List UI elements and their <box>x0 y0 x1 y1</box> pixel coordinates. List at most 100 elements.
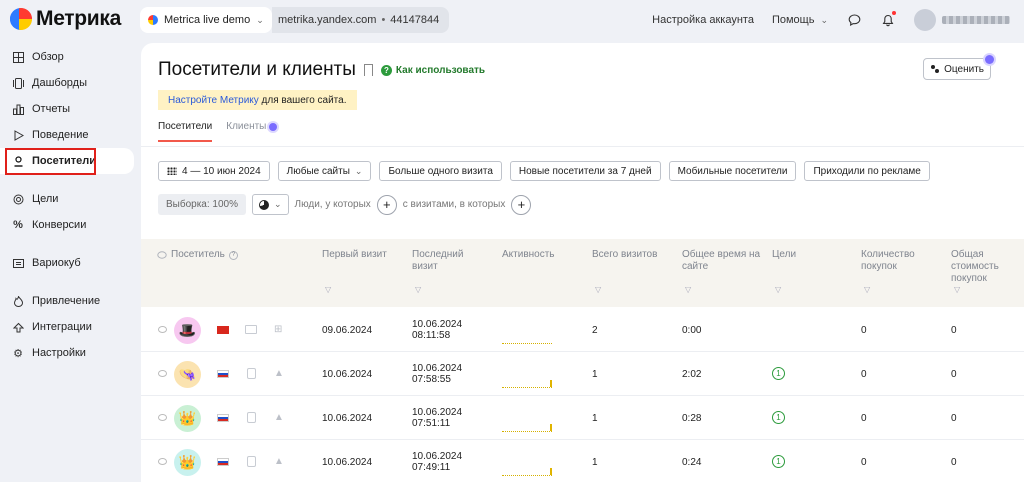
sidebar-item-reports[interactable]: Отчеты <box>0 96 134 122</box>
table-row[interactable]: 🎩 ⊞ 09.06.2024 10.06.2024 08:11:58 2 0:00 0 0 <box>141 308 1024 352</box>
first-visit-date: 10.06.2024 <box>322 457 373 468</box>
goals-count-badge[interactable]: 1 <box>772 455 785 468</box>
column-goals[interactable]: Цели <box>772 249 796 261</box>
notifications-bell-icon[interactable] <box>880 11 896 28</box>
sidebar-item-goals[interactable]: Цели <box>0 186 134 212</box>
sidebar-item-conversions[interactable]: % Конверсии <box>0 212 134 238</box>
setup-metrika-link[interactable]: Настройте Метрику <box>168 95 259 106</box>
column-total-visits[interactable]: Всего визитов <box>592 249 657 261</box>
desktop-icon <box>245 325 257 334</box>
comment-icon[interactable] <box>158 326 167 333</box>
sidebar-item-dashboards[interactable]: Дашборды <box>0 70 134 96</box>
total-time: 0:00 <box>682 325 702 336</box>
column-last-visit[interactable]: Последний визит <box>412 249 472 273</box>
sidebar-item-label: Обзор <box>32 51 64 63</box>
country-flag-icon <box>217 326 229 334</box>
tabs: Посетители Клиенты <box>158 121 278 142</box>
last-visit-time: 07:51:11 <box>412 418 451 429</box>
logo-text: Метрика <box>36 7 122 30</box>
total-time: 0:24 <box>682 457 702 468</box>
smartphone-icon <box>247 412 256 423</box>
filter-new-visitors[interactable]: Новые посетители за 7 дней <box>509 161 661 181</box>
metrika-logo[interactable]: Метрика <box>10 7 121 31</box>
filter-funnel-icon[interactable]: ▽ <box>954 285 962 294</box>
sites-filter-dropdown[interactable]: Любые сайты ⌄ <box>277 161 372 181</box>
sidebar-item-overview[interactable]: Обзор <box>0 44 134 70</box>
goals-count-badge[interactable]: 1 <box>772 411 785 424</box>
column-visitor[interactable]: Посетитель ? <box>157 249 238 261</box>
goals-count-badge[interactable]: 1 <box>772 367 785 380</box>
filter-funnel-icon[interactable]: ▽ <box>685 285 693 294</box>
android-icon: ▲ <box>274 456 284 467</box>
total-visits: 2 <box>592 325 598 336</box>
counter-id: 44147844 <box>390 14 440 26</box>
chevron-down-icon: ⌄ <box>256 14 264 25</box>
user-menu[interactable] <box>914 9 1010 31</box>
sample-selector[interactable]: Выборка: 100% <box>158 194 246 215</box>
rate-button[interactable]: Оценить <box>923 55 994 80</box>
counter-selector[interactable]: Metrica live demo ⌄ <box>140 7 272 33</box>
page-title-text: Посетители и клиенты <box>158 59 356 80</box>
sidebar-item-integrations[interactable]: Интеграции <box>0 314 134 340</box>
chart-type-dropdown[interactable]: ⌄ <box>252 194 289 215</box>
sidebar-item-settings[interactable]: ⚙ Настройки <box>0 340 134 366</box>
filter-more-than-one-visit[interactable]: Больше одного визита <box>379 161 502 181</box>
bookmark-icon[interactable] <box>363 64 373 76</box>
chevron-down-icon: ⌄ <box>354 165 363 176</box>
column-purchases[interactable]: Количество покупок <box>861 249 923 273</box>
sidebar-item-label: Вариокуб <box>32 257 81 269</box>
filter-mobile-visitors[interactable]: Мобильные посетители <box>668 161 797 181</box>
column-activity[interactable]: Активность <box>502 249 555 261</box>
country-flag-icon <box>217 414 229 422</box>
country-flag-icon <box>217 458 229 466</box>
visitor-avatar[interactable]: 🎩 <box>174 317 201 344</box>
calendar-icon <box>167 167 177 175</box>
total-time: 0:28 <box>682 413 702 424</box>
activity-sparkline <box>502 336 552 344</box>
tab-clients[interactable]: Клиенты <box>226 121 278 142</box>
sidebar-item-acquisition[interactable]: Привлечение <box>0 288 134 314</box>
total-visits: 1 <box>592 369 598 380</box>
comment-icon[interactable] <box>158 458 167 465</box>
filter-funnel-icon[interactable]: ▽ <box>775 285 783 294</box>
column-total-time[interactable]: Общее время на сайте <box>682 249 762 273</box>
chat-icon[interactable] <box>846 12 862 28</box>
add-visit-condition-button[interactable]: + <box>511 194 532 215</box>
help-menu[interactable]: Помощь ⌄ <box>772 14 828 26</box>
sidebar-item-variocube[interactable]: Вариокуб <box>0 250 134 276</box>
add-people-condition-button[interactable]: + <box>376 194 397 215</box>
column-first-visit[interactable]: Первый визит <box>322 249 387 261</box>
column-purchase-cost[interactable]: Общая стоимость покупок <box>951 249 1011 285</box>
sidebar-item-behavior[interactable]: Поведение <box>0 122 134 148</box>
column-visitor-label: Посетитель <box>171 249 225 260</box>
tab-visitors[interactable]: Посетители <box>158 121 213 142</box>
top-bar: Метрика Metrica live demo ⌄ metrika.yand… <box>0 0 1024 40</box>
comment-icon[interactable] <box>158 414 167 421</box>
filter-funnel-icon[interactable]: ▽ <box>415 285 423 294</box>
page-title: Посетители и клиенты ? Как использовать <box>158 59 485 81</box>
filter-funnel-icon[interactable]: ▽ <box>864 285 872 294</box>
new-badge <box>269 123 278 131</box>
visitor-avatar-glyph: 🎩 <box>178 322 197 338</box>
tabs-divider <box>141 146 1024 147</box>
visitor-avatar[interactable]: 👒 <box>174 361 201 388</box>
purchase-cost: 0 <box>951 457 957 468</box>
filter-from-ads[interactable]: Приходили по рекламе <box>804 161 930 181</box>
table-row[interactable]: 👑 ▲ 10.06.2024 10.06.2024 07:49:11 1 0:24 1 0 0 <box>141 440 1024 482</box>
filter-funnel-icon[interactable]: ▽ <box>595 285 603 294</box>
table-row[interactable]: 👒 ▲ 10.06.2024 10.06.2024 07:58:55 1 2:02 1 0 0 <box>141 352 1024 396</box>
how-to-use-label: Как использовать <box>395 64 486 76</box>
visitor-avatar[interactable]: 👑 <box>174 449 201 476</box>
table-row[interactable]: 👑 ▲ 10.06.2024 10.06.2024 07:51:11 1 0:28 1 0 0 <box>141 396 1024 440</box>
visitor-avatar-glyph: 👑 <box>178 410 197 426</box>
play-icon <box>12 129 24 141</box>
comment-icon[interactable] <box>158 370 167 377</box>
date-range-button[interactable]: 4 — 10 июн 2024 <box>158 161 270 181</box>
country-flag-icon <box>217 370 229 378</box>
account-settings-link[interactable]: Настройка аккаунта <box>652 14 754 26</box>
segment-builder: Выборка: 100% ⌄ Люди, у которых + с визи… <box>158 194 532 215</box>
how-to-use-link[interactable]: ? Как использовать <box>380 64 486 76</box>
filter-funnel-icon[interactable]: ▽ <box>325 285 333 294</box>
last-visit-date: 10.06.2024 <box>412 363 463 374</box>
visitor-avatar[interactable]: 👑 <box>174 405 201 432</box>
